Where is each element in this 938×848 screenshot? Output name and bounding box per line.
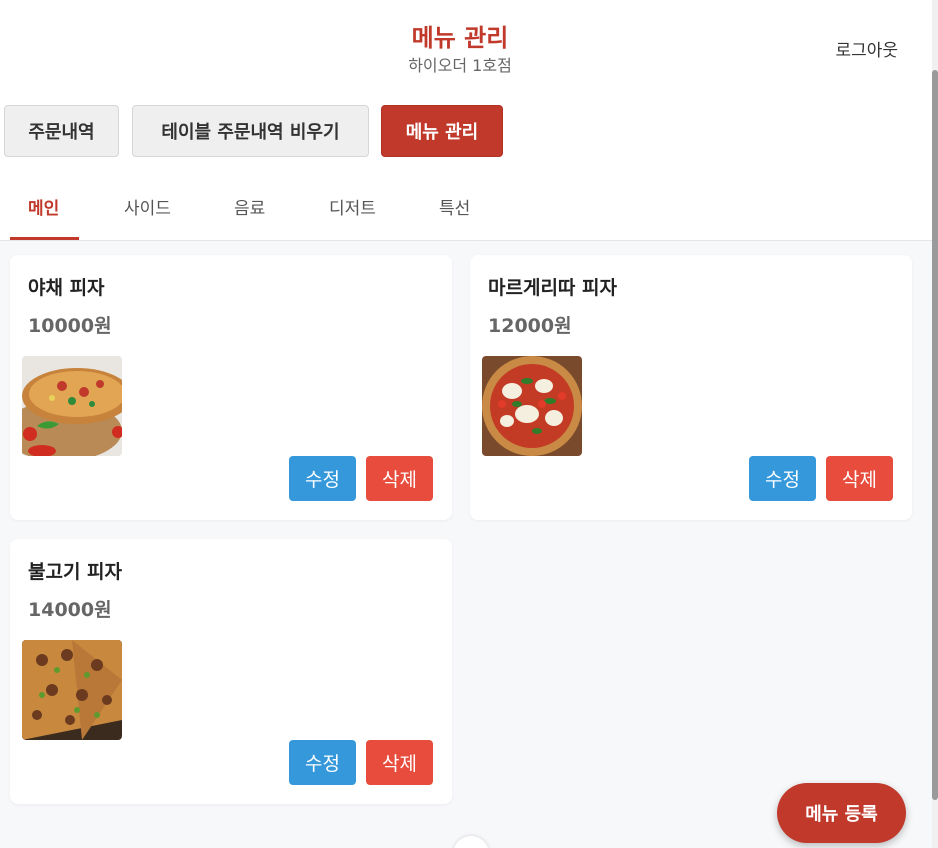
menu-card: 불고기 피자 14000원 수정 삭제 [10,539,452,804]
tab-dessert[interactable]: 디저트 [329,194,376,219]
add-menu-button[interactable]: 메뉴 등록 [777,783,906,843]
tab-special[interactable]: 특선 [439,194,470,219]
menu-card: 마르게리따 피자 12000원 수정 삭제 [470,255,912,520]
page-title: 메뉴 관리 [411,24,509,52]
tab-main[interactable]: 메인 [28,194,59,219]
bulgogi-pizza-image [22,640,122,740]
edit-button[interactable]: 수정 [289,456,356,501]
logout-link[interactable]: 로그아웃 [835,36,898,61]
tab-drinks[interactable]: 음료 [234,194,265,219]
vegetable-pizza-image [22,356,122,456]
scrollbar[interactable] [932,0,938,848]
orders-button[interactable]: 주문내역 [4,105,119,157]
scroll-top-button[interactable] [453,836,489,848]
menu-card: 야채 피자 10000원 수정 삭제 [10,255,452,520]
tab-divider [0,240,932,241]
menu-item-name: 불고기 피자 [28,561,123,583]
edit-button[interactable]: 수정 [749,456,816,501]
store-name: 하이오더 1호점 [408,56,512,75]
menu-item-price: 14000원 [28,599,112,621]
margherita-pizza-image [482,356,582,456]
menu-item-price: 12000원 [488,315,572,337]
edit-button[interactable]: 수정 [289,740,356,785]
header: 메뉴 관리 하이오더 1호점 로그아웃 주문내역 테이블 주문내역 비우기 메뉴… [0,0,932,241]
scrollbar-thumb[interactable] [932,70,938,800]
delete-button[interactable]: 삭제 [366,456,433,501]
delete-button[interactable]: 삭제 [826,456,893,501]
menu-management-button[interactable]: 메뉴 관리 [381,105,503,157]
menu-item-name: 야채 피자 [28,277,105,299]
menu-item-name: 마르게리따 피자 [488,277,617,299]
tab-side[interactable]: 사이드 [124,194,171,219]
clear-table-orders-button[interactable]: 테이블 주문내역 비우기 [132,105,369,157]
menu-item-price: 10000원 [28,315,112,337]
delete-button[interactable]: 삭제 [366,740,433,785]
